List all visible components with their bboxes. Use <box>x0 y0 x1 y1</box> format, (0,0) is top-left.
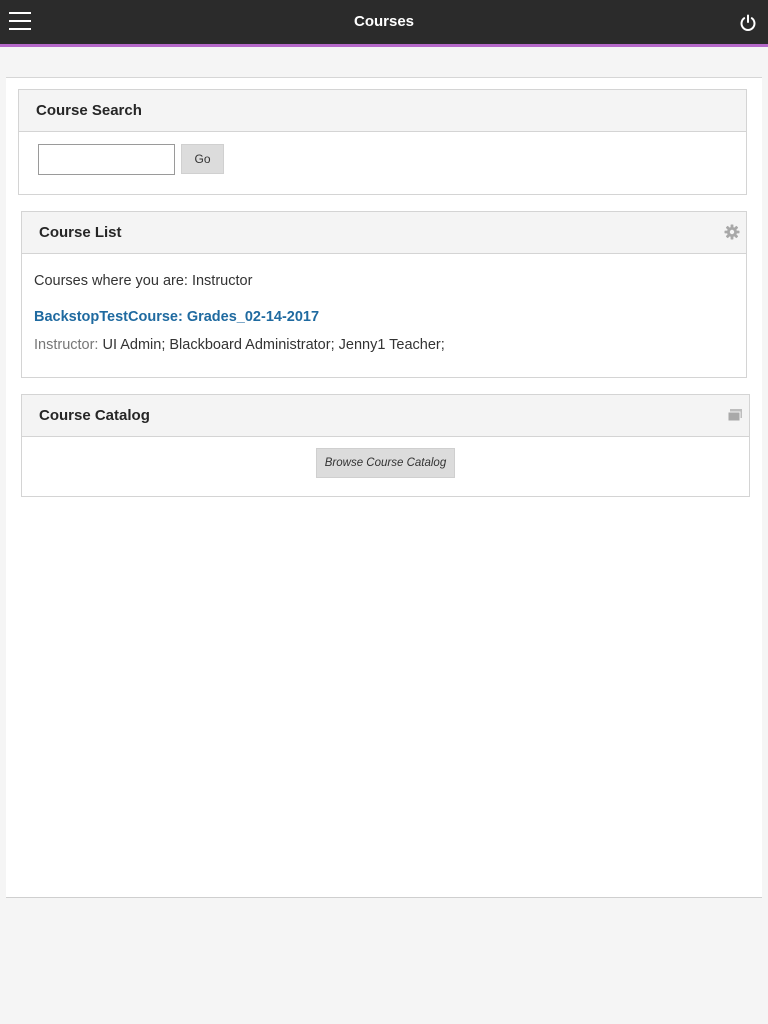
course-catalog-header: Course Catalog <box>22 395 749 437</box>
content-panel: Course Search Go Course List Courses whe… <box>6 77 762 898</box>
top-navigation-bar: Courses <box>0 0 768 47</box>
course-catalog-module: Course Catalog Browse Course Catalog <box>21 394 750 497</box>
go-button[interactable]: Go <box>181 144 224 174</box>
window-icon[interactable] <box>727 407 743 423</box>
instructor-label: Instructor: <box>34 337 99 353</box>
course-list-title: Course List <box>39 224 122 241</box>
page-title: Courses <box>353 13 415 30</box>
course-search-title: Course Search <box>36 102 142 119</box>
course-link[interactable]: BackstopTestCourse: Grades_02-14-2017 <box>34 309 319 325</box>
course-role-text: Courses where you are: Instructor <box>34 273 253 289</box>
course-list-header: Course List <box>22 212 746 254</box>
course-search-input[interactable] <box>38 144 175 175</box>
course-search-module: Course Search Go <box>18 89 747 195</box>
gear-icon[interactable] <box>724 224 740 240</box>
course-instructors: Instructor: UI Admin; Blackboard Adminis… <box>34 337 445 353</box>
course-catalog-title: Course Catalog <box>39 407 150 424</box>
power-icon[interactable] <box>739 14 757 32</box>
course-search-header: Course Search <box>19 90 746 132</box>
browse-course-catalog-button[interactable]: Browse Course Catalog <box>316 448 455 478</box>
instructor-names: UI Admin; Blackboard Administrator; Jenn… <box>98 337 445 353</box>
course-list-module: Course List Courses where you are: Instr… <box>21 211 747 378</box>
